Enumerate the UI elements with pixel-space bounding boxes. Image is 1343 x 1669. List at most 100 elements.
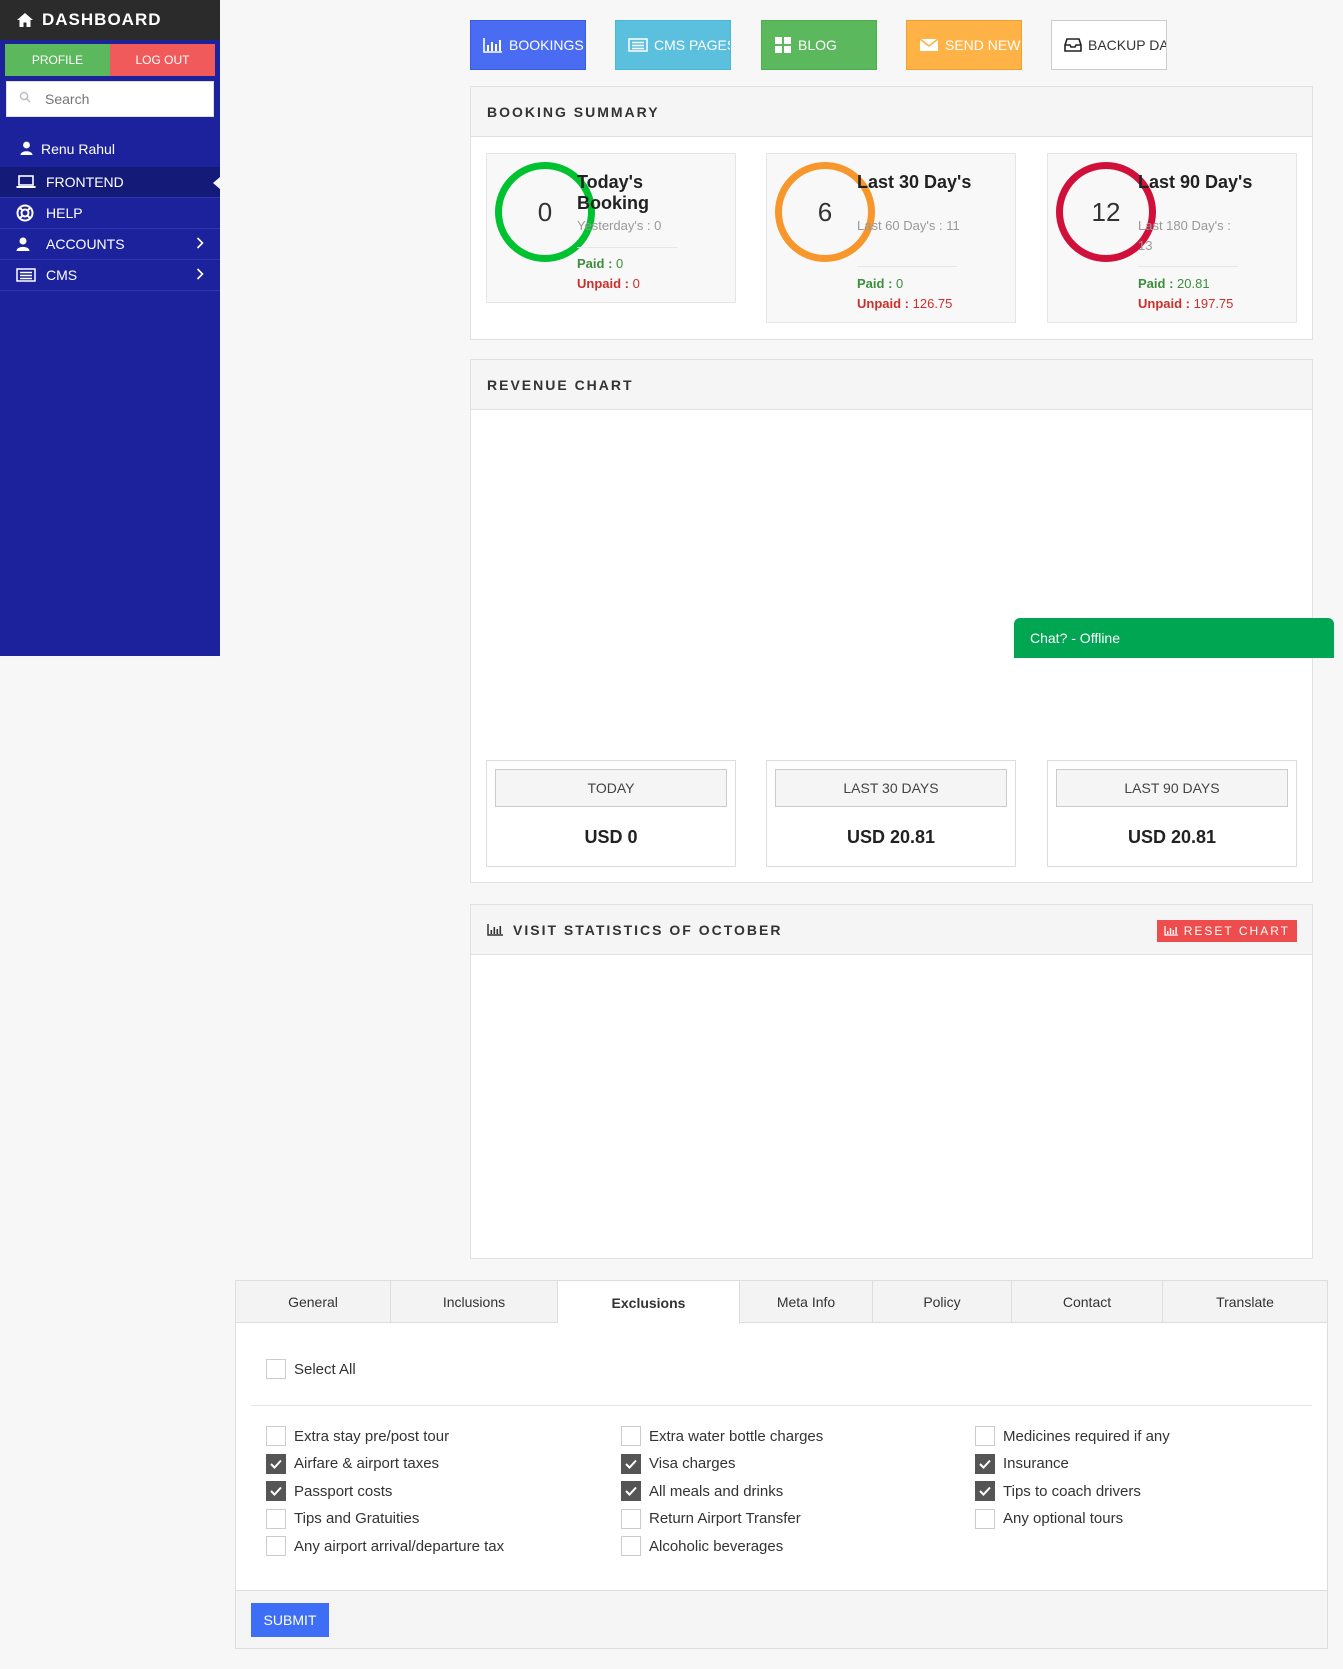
panel-title: REVENUE CHART (471, 360, 1312, 410)
revenue-card-30-days: LAST 30 DAYS USD 20.81 (766, 760, 1016, 867)
backup-database-button[interactable]: BACKUP DATABSE (1051, 20, 1167, 70)
exclusion-item[interactable]: All meals and drinks (621, 1481, 783, 1501)
cms-pages-label: CMS PAGES (654, 37, 731, 53)
tab-meta-info[interactable]: Meta Info (740, 1281, 873, 1322)
divider (857, 266, 957, 267)
unpaid-label: Unpaid : (577, 276, 629, 291)
revenue-chart-area (471, 411, 1312, 751)
cms-pages-button[interactable]: CMS PAGES (615, 20, 731, 70)
user-profile[interactable]: Renu Rahul (0, 137, 220, 161)
chat-widget[interactable]: Chat? - Offline (1014, 618, 1334, 658)
send-newsletter-label: SEND NEWSLETTER (945, 37, 1021, 53)
booking-card-sub: Last 60 Day's : 11 (857, 218, 960, 233)
submit-button[interactable]: SUBMIT (251, 1603, 329, 1637)
tab-contact[interactable]: Contact (1012, 1281, 1163, 1322)
exclusion-item[interactable]: Medicines required if any (975, 1426, 1170, 1446)
grid-icon (774, 36, 792, 54)
revenue-card-label: TODAY (495, 769, 727, 807)
exclusion-checkbox[interactable] (266, 1453, 286, 1474)
tab-exclusions[interactable]: Exclusions (558, 1281, 740, 1324)
exclusion-item[interactable]: Extra water bottle charges (621, 1426, 823, 1446)
exclusion-checkbox[interactable] (621, 1536, 641, 1556)
visit-chart-area (471, 956, 1312, 1258)
sidebar-search (6, 81, 214, 117)
exclusion-checkbox[interactable] (975, 1481, 995, 1501)
exclusion-label: Tips and Gratuities (294, 1510, 420, 1527)
exclusion-item[interactable]: Insurance (975, 1453, 1069, 1474)
paid-label: Paid : (1138, 276, 1174, 291)
unpaid-amount: Unpaid : 0 (577, 276, 640, 291)
bookings-label: BOOKINGS (509, 37, 584, 53)
exclusion-checkbox[interactable] (975, 1426, 995, 1446)
sidebar-item-frontend[interactable]: FRONTEND (0, 167, 220, 198)
blog-button[interactable]: BLOG (761, 20, 877, 70)
exclusion-item[interactable]: Any airport arrival/departure tax (266, 1536, 504, 1556)
booking-summary-panel: BOOKING SUMMARY 0 Today's Booking Yester… (470, 86, 1313, 340)
paid-amount: Paid : 0 (857, 276, 903, 291)
exclusion-checkbox[interactable] (266, 1481, 286, 1501)
exclusion-checkbox[interactable] (621, 1481, 641, 1501)
revenue-card-label: LAST 90 DAYS (1056, 769, 1288, 807)
exclusion-checkbox[interactable] (621, 1426, 641, 1446)
laptop-icon (16, 175, 38, 189)
exclusion-item[interactable]: Passport costs (266, 1481, 392, 1501)
tab-translate[interactable]: Translate (1163, 1281, 1327, 1322)
tab-inclusions[interactable]: Inclusions (391, 1281, 558, 1322)
sidebar-header[interactable]: DASHBOARD (0, 0, 220, 40)
unpaid-value: 197.75 (1193, 296, 1234, 311)
checkmark-icon (625, 1486, 637, 1496)
exclusion-label: Tips to coach drivers (1003, 1482, 1141, 1500)
exclusion-label: Airfare & airport taxes (294, 1455, 440, 1472)
booking-card-today: 0 Today's Booking Yesterday's : 0 Paid :… (486, 153, 736, 303)
exclusion-item[interactable]: Tips and Gratuities (266, 1508, 420, 1529)
exclusion-item[interactable]: Return Airport Transfer (621, 1508, 801, 1529)
sidebar-item-help[interactable]: HELP (0, 198, 220, 229)
search-input[interactable] (45, 91, 195, 107)
revenue-card-value: USD 20.81 (846, 827, 936, 847)
exclusion-item[interactable]: Tips to coach drivers (975, 1481, 1141, 1501)
exclusion-checkbox[interactable] (266, 1426, 286, 1446)
exclusion-item[interactable]: Visa charges (621, 1453, 736, 1474)
unpaid-value: 0 (632, 276, 640, 291)
exclusion-label: Visa charges (649, 1455, 736, 1472)
exclusion-item[interactable]: Any optional tours (975, 1508, 1124, 1529)
revenue-card-value: USD 0 (584, 827, 638, 847)
exclusion-label: Any airport arrival/departure tax (294, 1537, 505, 1555)
exclusion-checkbox[interactable] (621, 1508, 641, 1529)
exclusion-label: Insurance (1003, 1455, 1069, 1472)
exclusion-label: All meals and drinks (649, 1482, 784, 1500)
blog-label: BLOG (798, 37, 837, 53)
exclusion-label: Any optional tours (1003, 1510, 1124, 1527)
bar-chart-icon (1164, 926, 1178, 936)
sidebar-item-cms[interactable]: CMS (0, 260, 220, 291)
exclusion-label: Medicines required if any (1003, 1427, 1170, 1445)
chevron-right-icon (196, 267, 204, 283)
exclusion-checkbox[interactable] (975, 1508, 995, 1529)
bookings-button[interactable]: BOOKINGS (470, 20, 586, 70)
exclusion-checkbox[interactable] (975, 1453, 995, 1474)
exclusion-checkbox[interactable] (266, 1508, 286, 1529)
reset-chart-button[interactable]: RESET CHART (1156, 920, 1297, 942)
select-all-checkbox[interactable] (266, 1359, 286, 1379)
user-icon (20, 141, 33, 158)
form-footer: SUBMIT (236, 1590, 1327, 1648)
unpaid-value: 126.75 (912, 296, 953, 311)
profile-button[interactable]: PROFILE (5, 44, 110, 76)
exclusion-checkbox[interactable] (266, 1536, 286, 1556)
booking-card-sub: Yesterday's : 0 (577, 218, 662, 233)
exclusion-item[interactable]: Extra stay pre/post tour (266, 1426, 449, 1446)
list-icon (16, 268, 38, 282)
select-all-row[interactable]: Select All (266, 1359, 356, 1379)
panel-header: VISIT STATISTICS OF OCTOBER RESET CHART (471, 905, 1312, 955)
exclusion-item[interactable]: Airfare & airport taxes (266, 1453, 440, 1474)
tab-general[interactable]: General (236, 1281, 391, 1322)
booking-card-title: Last 90 Day's (1138, 172, 1253, 192)
checkmark-icon (625, 1459, 637, 1469)
exclusion-item[interactable]: Alcoholic beverages (621, 1536, 783, 1556)
sidebar-item-accounts[interactable]: ACCOUNTS (0, 229, 220, 260)
tab-policy[interactable]: Policy (873, 1281, 1012, 1322)
send-newsletter-button[interactable]: SEND NEWSLETTER (906, 20, 1022, 70)
exclusion-checkbox[interactable] (621, 1453, 641, 1474)
form-tabs: General Inclusions Exclusions Meta Info … (236, 1281, 1327, 1324)
logout-button[interactable]: LOG OUT (110, 44, 215, 76)
